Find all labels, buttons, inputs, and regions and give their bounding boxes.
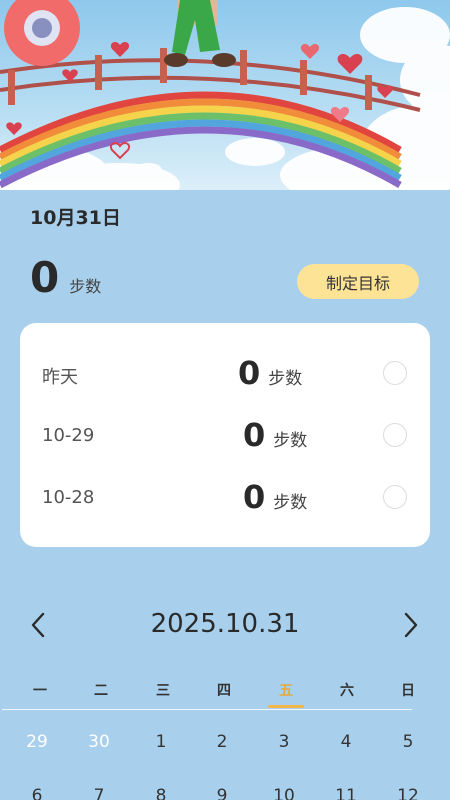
today-steps: 0 步数 bbox=[30, 254, 101, 302]
calendar-day[interactable]: 2 bbox=[202, 732, 242, 752]
rainbow-bridge-illustration bbox=[0, 0, 450, 190]
today-steps-count: 0 bbox=[30, 253, 60, 302]
calendar-day[interactable]: 8 bbox=[141, 786, 181, 800]
hero-illustration bbox=[0, 0, 450, 190]
calendar-day[interactable]: 11 bbox=[326, 786, 366, 800]
chevron-right-icon[interactable] bbox=[395, 610, 425, 640]
calendar-day[interactable]: 1 bbox=[141, 732, 181, 752]
weekday-label: 三 bbox=[156, 683, 170, 699]
calendar-day[interactable]: 10 bbox=[264, 786, 304, 800]
history-row-yesterday[interactable]: 昨天 0 步数 bbox=[20, 353, 430, 397]
history-row-1028[interactable]: 10-28 0 步数 bbox=[20, 477, 430, 521]
history-row-label: 10-29 bbox=[42, 425, 95, 446]
history-row-steps: 0 步数 bbox=[243, 415, 307, 455]
history-row-unit: 步数 bbox=[273, 493, 308, 513]
weekday-label: 一 bbox=[33, 683, 47, 699]
today-steps-unit: 步数 bbox=[69, 277, 102, 296]
calendar-day[interactable]: 29 bbox=[17, 732, 57, 752]
calendar-header: 2025.10.31 bbox=[0, 605, 450, 647]
selected-weekday-indicator bbox=[268, 705, 304, 708]
calendar-title: 2025.10.31 bbox=[150, 609, 300, 639]
history-row-steps: 0 步数 bbox=[243, 477, 307, 517]
weekday-label-selected: 五 bbox=[279, 683, 293, 699]
weekday-label: 二 bbox=[94, 683, 108, 699]
calendar-day[interactable]: 4 bbox=[326, 732, 366, 752]
current-date: 10月31日 bbox=[30, 207, 121, 229]
weekday-label: 六 bbox=[340, 683, 354, 699]
history-row-radio[interactable] bbox=[383, 423, 407, 447]
history-row-radio[interactable] bbox=[383, 485, 407, 509]
weekday-label: 四 bbox=[217, 683, 231, 699]
history-row-count: 0 bbox=[243, 416, 266, 454]
weekday-header: 一 二 三 四 五 六 日 bbox=[0, 680, 450, 704]
calendar-divider bbox=[2, 709, 412, 710]
calendar-day[interactable]: 9 bbox=[202, 786, 242, 800]
weekday-label: 日 bbox=[401, 683, 415, 699]
calendar-day[interactable]: 5 bbox=[388, 732, 428, 752]
step-history-card: 昨天 0 步数 10-29 0 步数 10-28 0 步数 bbox=[20, 323, 430, 547]
history-row-count: 0 bbox=[243, 478, 266, 516]
history-row-radio[interactable] bbox=[383, 361, 407, 385]
history-row-unit: 步数 bbox=[273, 431, 308, 451]
calendar-day[interactable]: 6 bbox=[17, 786, 57, 800]
calendar-day[interactable]: 12 bbox=[388, 786, 428, 800]
history-row-1029[interactable]: 10-29 0 步数 bbox=[20, 415, 430, 459]
set-goal-button[interactable]: 制定目标 bbox=[297, 264, 419, 299]
calendar-day[interactable]: 7 bbox=[79, 786, 119, 800]
history-row-count: 0 bbox=[238, 354, 261, 392]
history-row-label: 昨天 bbox=[42, 367, 78, 388]
history-row-unit: 步数 bbox=[268, 369, 303, 389]
history-row-steps: 0 步数 bbox=[238, 353, 302, 393]
calendar-day[interactable]: 30 bbox=[79, 732, 119, 752]
calendar-day[interactable]: 3 bbox=[264, 732, 304, 752]
history-row-label: 10-28 bbox=[42, 487, 95, 508]
